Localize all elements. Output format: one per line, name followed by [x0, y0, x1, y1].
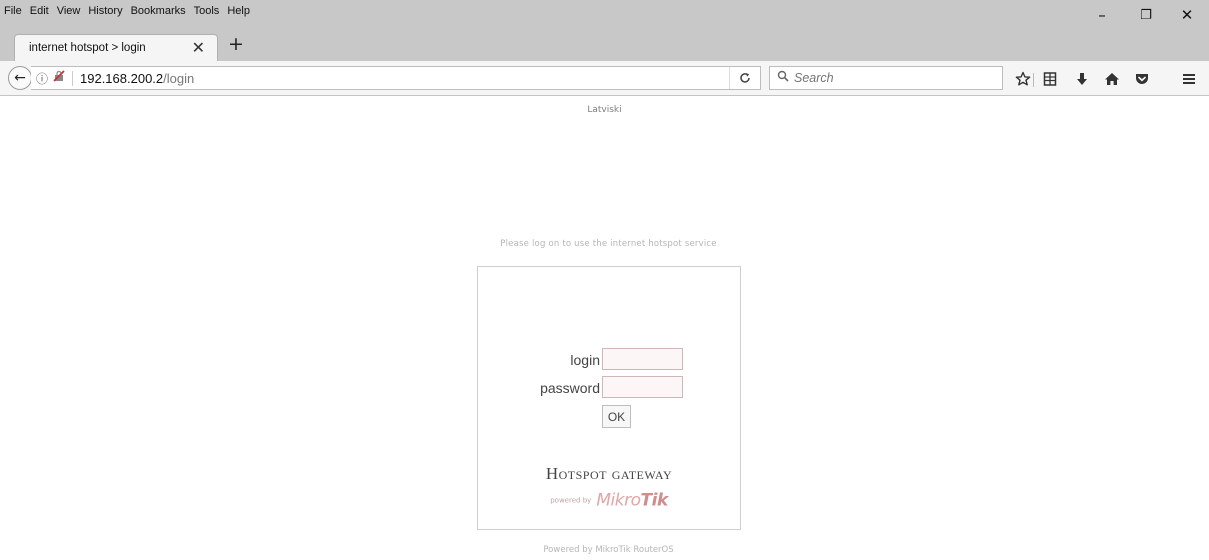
hotspot-gateway-title: Hotspot gateway: [545, 464, 673, 483]
url-bar[interactable]: ⓘ 192.168.200.2/login: [31, 66, 761, 90]
navigation-bar: ← ⓘ 192.168.200.2/login: [0, 61, 1209, 96]
home-svg: [1105, 73, 1119, 85]
menu-bar: File Edit View History Bookmarks Tools H…: [0, 0, 1209, 22]
hamburger-svg: [1183, 74, 1195, 84]
mikrotik-logo: MikroTik: [596, 490, 669, 511]
password-label: password: [540, 380, 600, 396]
insecure-lock-svg: [53, 70, 65, 82]
menu-bookmarks[interactable]: Bookmarks: [131, 5, 186, 17]
login-box: login password OK Hotspot gateway powere…: [477, 266, 741, 530]
home-icon[interactable]: [1100, 68, 1124, 90]
menu-view[interactable]: View: [57, 5, 81, 17]
star-icon: [1015, 71, 1031, 86]
powered-by-small-text: powered by: [550, 496, 592, 505]
restore-button[interactable]: ❐: [1124, 0, 1168, 30]
brand-light: Mikro: [596, 490, 641, 511]
close-window-button[interactable]: ✕: [1165, 0, 1209, 30]
reading-list-svg: [1043, 72, 1057, 86]
search-bar[interactable]: [769, 66, 1003, 90]
menu-tools[interactable]: Tools: [194, 5, 220, 17]
menu-icon[interactable]: [1177, 68, 1201, 90]
login-label: login: [570, 352, 600, 368]
reload-button[interactable]: [729, 67, 760, 89]
toolbar-separator: [1033, 73, 1034, 87]
powered-by-logo: powered by MikroTik: [478, 490, 740, 511]
password-input[interactable]: [602, 376, 683, 398]
download-svg: [1077, 73, 1087, 85]
bookmark-star-icon[interactable]: [1011, 68, 1035, 90]
tab-title: internet hotspot > login: [29, 42, 146, 54]
download-icon[interactable]: [1070, 68, 1094, 90]
url-text[interactable]: 192.168.200.2/login: [80, 71, 194, 86]
language-link[interactable]: Latviski: [0, 105, 1209, 115]
reload-icon: [740, 73, 750, 83]
menu-history[interactable]: History: [88, 5, 122, 17]
url-separator: [72, 71, 73, 86]
login-input[interactable]: [602, 348, 683, 370]
search-input[interactable]: [794, 69, 994, 87]
info-icon[interactable]: ⓘ: [36, 70, 48, 87]
tab-login[interactable]: internet hotspot > login ✕: [14, 34, 218, 61]
new-tab-button[interactable]: +: [228, 33, 244, 55]
brand-bold: Tik: [640, 490, 669, 511]
footer-text: Powered by MikroTik RouterOS: [543, 545, 674, 555]
tab-close-icon[interactable]: ✕: [192, 38, 205, 57]
reading-list-icon[interactable]: [1038, 68, 1062, 90]
search-icon: [777, 70, 789, 85]
back-arrow-icon: ←: [14, 70, 26, 86]
tab-strip: internet hotspot > login ✕ +: [0, 30, 1209, 61]
insecure-lock-icon[interactable]: [53, 70, 65, 85]
pocket-icon[interactable]: [1130, 68, 1154, 90]
url-host: 192.168.200.2: [80, 71, 164, 86]
minimize-button[interactable]: –: [1080, 0, 1124, 30]
ok-button[interactable]: OK: [602, 405, 631, 428]
search-icon-svg: [777, 70, 789, 82]
url-path: /login: [163, 71, 195, 86]
back-button[interactable]: ←: [8, 66, 32, 90]
menu-edit[interactable]: Edit: [30, 5, 49, 17]
pocket-svg: [1136, 74, 1148, 84]
browser-chrome: File Edit View History Bookmarks Tools H…: [0, 0, 1209, 96]
login-notice: Please log on to use the internet hotspo…: [500, 239, 717, 249]
menu-file[interactable]: File: [4, 5, 22, 17]
menu-help[interactable]: Help: [227, 5, 250, 17]
